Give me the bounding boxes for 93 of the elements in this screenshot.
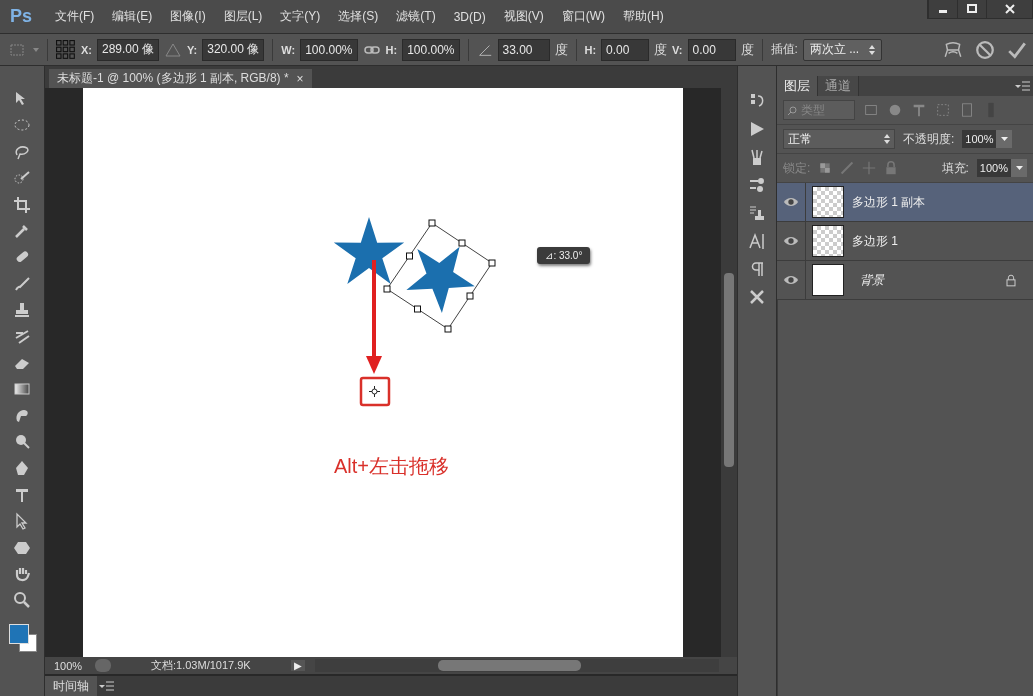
interpolation-dropdown[interactable]: 两次立 ... — [802, 38, 883, 61]
x-label: X: — [81, 43, 92, 56]
menu-item[interactable]: 滤镜(T) — [387, 8, 445, 25]
layer-name[interactable]: 背景 — [860, 271, 884, 289]
reference-point-icon[interactable] — [56, 39, 76, 60]
layer-name[interactable]: 多边形 1 — [852, 232, 898, 250]
warp-icon[interactable] — [943, 39, 963, 60]
horizontal-skew-unit: 度 — [654, 40, 668, 59]
lock-transparency-icon[interactable] — [818, 161, 833, 175]
crosshair-icon — [368, 385, 381, 398]
document-tab[interactable]: 未标题-1 @ 100% (多边形 1 副本, RGB/8) * × — [49, 69, 312, 88]
up-down-arrows-icon — [884, 134, 890, 144]
star-shape — [333, 217, 405, 284]
zoom-icon[interactable] — [13, 591, 31, 610]
caption: Alt+左击拖移 — [334, 454, 450, 479]
width-label: W: — [281, 43, 296, 56]
close-button[interactable] — [986, 0, 1032, 18]
minimize-button[interactable] — [928, 0, 957, 18]
menu-item[interactable]: 图层(L) — [214, 8, 272, 25]
fill-field[interactable]: 100% — [976, 159, 1011, 177]
close-icon — [1004, 4, 1015, 14]
status-menu-button[interactable]: ▶ — [291, 660, 305, 671]
brush-icon[interactable] — [13, 274, 31, 293]
star-shape — [406, 246, 475, 313]
clone-source-icon[interactable] — [748, 204, 766, 222]
menu-item[interactable]: 3D(D) — [444, 9, 495, 24]
fill-label: 填充: — [941, 159, 969, 177]
history-icon[interactable] — [748, 92, 766, 110]
app-logo: Ps — [10, 6, 33, 27]
horizontal-skew-field[interactable]: 0.00 — [601, 38, 650, 61]
y-field[interactable]: 320.00 像 — [202, 38, 265, 61]
menu-item[interactable]: 编辑(E) — [103, 8, 162, 25]
opacity-label: 不透明度: — [903, 130, 955, 148]
history-brush-icon[interactable] — [13, 327, 31, 346]
layer-row[interactable]: 背景 — [777, 261, 1033, 300]
panel-tab[interactable]: 通道 — [818, 76, 859, 96]
menu-item[interactable]: 帮助(H) — [614, 8, 673, 25]
layer-thumbnail — [812, 225, 844, 257]
search-icon — [788, 105, 797, 115]
layer-row[interactable]: 多边形 1 — [777, 222, 1033, 261]
color-swatches[interactable] — [7, 623, 37, 652]
play-icon[interactable] — [748, 120, 766, 138]
vertical-scrollbar[interactable] — [721, 88, 737, 657]
angle-tooltip: ⊿: 33.0° — [537, 247, 591, 264]
blend-mode-dropdown[interactable]: 正常 — [783, 129, 895, 149]
horizontal-skew-label: H: — [584, 43, 597, 56]
tab-close[interactable]: × — [296, 71, 304, 86]
stamp-icon[interactable] — [13, 301, 31, 320]
angle-unit: 度 — [554, 40, 568, 59]
panel-tab[interactable]: 图层 — [777, 76, 818, 96]
menu-item[interactable]: 文件(F) — [46, 8, 104, 25]
height-field[interactable]: 100.00% — [402, 38, 460, 61]
y-label: Y: — [187, 43, 198, 56]
caret-icon — [1015, 166, 1023, 170]
up-down-arrows-icon — [869, 44, 876, 55]
menu-item[interactable]: 窗口(W) — [552, 8, 614, 25]
maximize-button[interactable] — [957, 0, 986, 18]
x-field[interactable]: 289.00 像 — [97, 38, 160, 61]
pen-icon[interactable] — [13, 459, 31, 478]
brush-presets-icon[interactable] — [748, 176, 766, 194]
highlight-frame — [359, 376, 391, 407]
transform-box[interactable] — [383, 219, 496, 333]
menu-item[interactable]: 图像(I) — [161, 8, 215, 25]
opacity-dropdown[interactable] — [996, 130, 1013, 148]
maximize-icon — [967, 4, 977, 14]
brushes-icon[interactable] — [748, 148, 766, 166]
menu-item[interactable]: 选择(S) — [329, 8, 388, 25]
opacity-field[interactable]: 100% — [962, 130, 997, 148]
interpolation-label: 插值: — [770, 41, 798, 58]
caret-icon — [1001, 137, 1008, 141]
layer-thumbnail — [812, 264, 844, 296]
layer-row[interactable]: 多边形 1 副本 — [777, 183, 1033, 222]
zoom-level[interactable]: 100% — [45, 659, 91, 672]
lock-icon — [1005, 273, 1017, 287]
tools-icon[interactable] — [748, 288, 766, 306]
horizontal-scrollbar[interactable] — [314, 659, 719, 672]
document-size: 文档:1.03M/1017.9K — [150, 658, 252, 673]
height-label: H: — [385, 43, 398, 56]
layer-thumbnail — [812, 186, 844, 218]
cancel-icon[interactable] — [975, 39, 995, 60]
layer-name[interactable]: 多边形 1 副本 — [852, 193, 926, 211]
vertical-skew-field[interactable]: 0.00 — [687, 38, 736, 61]
angle-field[interactable]: 33.00 — [497, 38, 550, 61]
vertical-skew-label: V: — [672, 43, 683, 56]
crop-icon[interactable] — [13, 195, 31, 214]
timeline-tab[interactable]: 时间轴 — [45, 676, 97, 696]
width-field[interactable]: 100.00% — [300, 38, 358, 61]
menu-item[interactable]: 文字(Y) — [271, 8, 330, 25]
character-icon[interactable] — [748, 232, 766, 250]
fill-dropdown[interactable] — [1011, 159, 1027, 177]
hand-icon[interactable] — [13, 565, 31, 584]
vertical-skew-unit: 度 — [740, 40, 754, 59]
menu-item[interactable]: 视图(V) — [494, 8, 553, 25]
